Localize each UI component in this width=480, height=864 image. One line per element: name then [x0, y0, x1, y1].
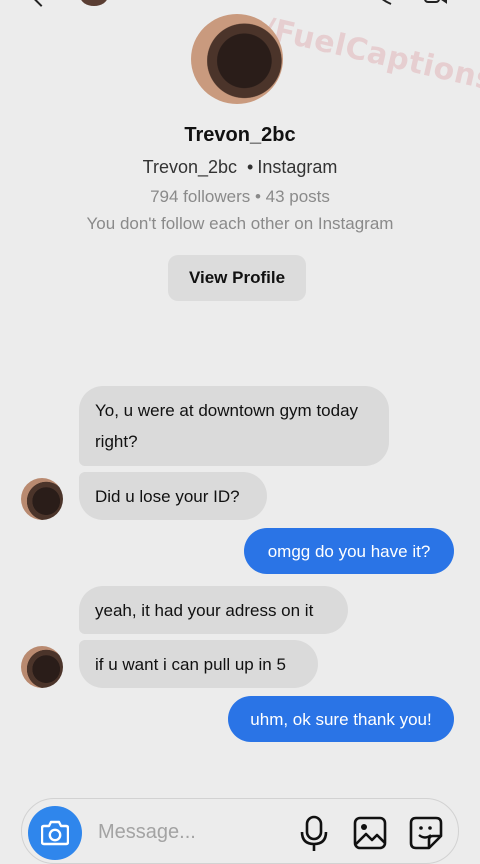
view-profile-button[interactable]: View Profile [168, 255, 306, 301]
sender-avatar[interactable] [21, 478, 63, 520]
incoming-message[interactable]: Yo, u were at downtown gym today right? [79, 386, 389, 466]
sender-avatar[interactable] [21, 646, 63, 688]
profile-platform: Instagram [257, 157, 338, 177]
image-gallery-icon[interactable] [352, 814, 388, 852]
header-avatar[interactable] [80, 0, 108, 6]
incoming-message[interactable]: if u want i can pull up in 5 [79, 640, 318, 688]
sticker-icon[interactable] [408, 814, 444, 852]
microphone-icon[interactable] [296, 814, 332, 852]
incoming-message[interactable]: Did u lose your ID? [79, 472, 267, 520]
video-call-icon[interactable] [424, 0, 448, 6]
chat-header [0, 0, 480, 8]
message-input[interactable] [98, 814, 288, 850]
profile-username: Trevon_2bc [142, 157, 238, 177]
profile-stats: 794 followers • 43 posts [150, 187, 330, 206]
outgoing-message[interactable]: omgg do you have it? [244, 528, 454, 574]
camera-icon [41, 820, 69, 846]
phone-call-icon[interactable] [372, 0, 394, 6]
follow-status: You don't follow each other on Instagram [86, 214, 394, 233]
outgoing-message[interactable]: uhm, ok sure thank you! [228, 696, 454, 742]
incoming-message[interactable]: yeah, it had your adress on it [79, 586, 348, 634]
camera-button[interactable] [28, 806, 82, 860]
profile-name: Trevon_2bc [184, 124, 296, 146]
profile-subtitle: Trevon_2bc • Instagram [142, 157, 338, 177]
back-arrow-icon[interactable] [31, 0, 51, 7]
profile-avatar[interactable] [191, 14, 283, 104]
